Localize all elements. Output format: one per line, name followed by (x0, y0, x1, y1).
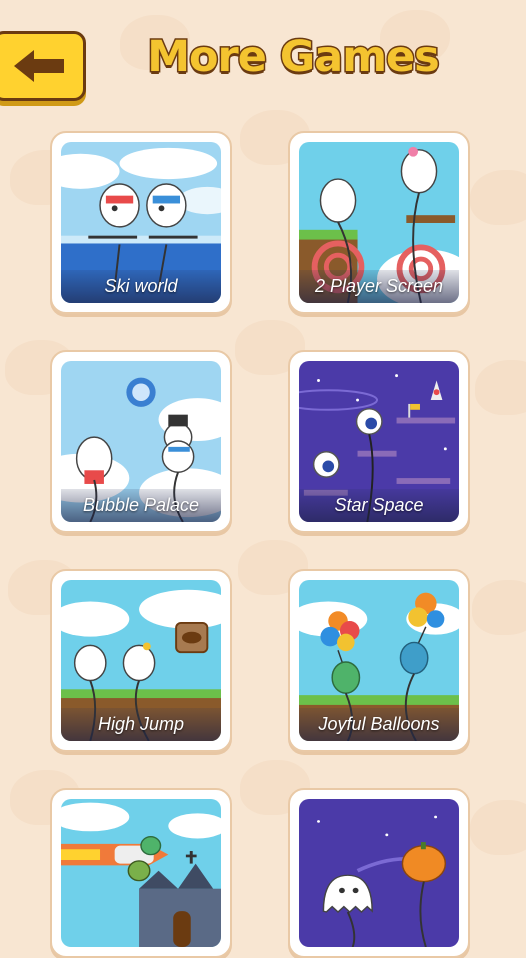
game-thumbnail: Ski world (61, 142, 221, 303)
game-thumbnail: High Jump (61, 580, 221, 741)
game-thumbnail: Joyful Balloons (299, 580, 459, 741)
game-title: 2 Player Screen (299, 270, 459, 303)
game-thumbnail: Star Space (299, 361, 459, 522)
game-card-high-jump[interactable]: High Jump (50, 569, 232, 752)
game-title: Joyful Balloons (299, 708, 459, 741)
game-card-ski-world[interactable]: Ski world (50, 131, 232, 314)
game-thumbnail: 2 Player Screen (299, 142, 459, 303)
game-thumbnail: Bubble Palace (61, 361, 221, 522)
game-card-joyful-balloons[interactable]: Joyful Balloons (288, 569, 470, 752)
game-title: Star Space (299, 489, 459, 522)
game-card-bubble-palace[interactable]: Bubble Palace (50, 350, 232, 533)
game-title: Bubble Palace (61, 489, 221, 522)
game-card-8[interactable] (288, 788, 470, 958)
game-card-7[interactable] (50, 788, 232, 958)
game-title: Ski world (61, 270, 221, 303)
game-thumbnail (299, 799, 459, 947)
game-card-2-player-screen[interactable]: 2 Player Screen (288, 131, 470, 314)
game-card-star-space[interactable]: Star Space (288, 350, 470, 533)
game-thumbnail (61, 799, 221, 947)
game-title: High Jump (61, 708, 221, 741)
page-title: More Games (146, 31, 442, 84)
